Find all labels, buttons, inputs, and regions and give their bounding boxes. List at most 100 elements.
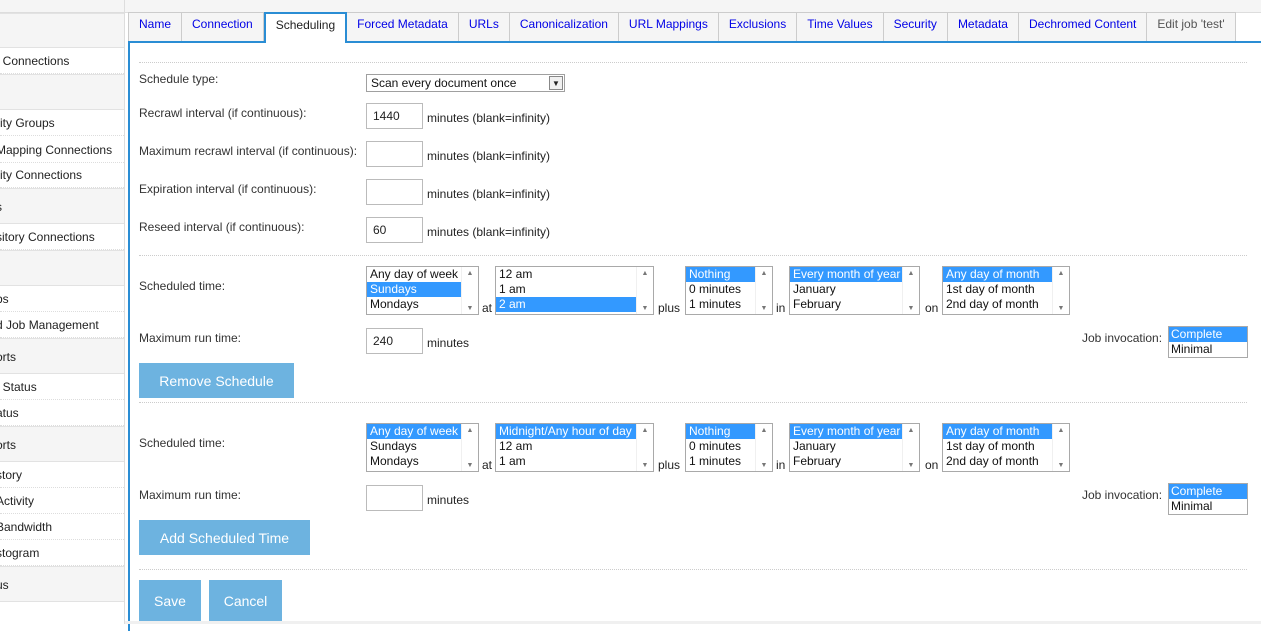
day-of-week-listbox[interactable]: Any day of week Sundays Mondays ▲ ▼: [366, 266, 479, 315]
listbox-option[interactable]: 0 minutes: [686, 282, 756, 297]
listbox-option[interactable]: Every month of year: [790, 424, 903, 439]
scroll-up-arrow-icon[interactable]: ▲: [637, 427, 653, 434]
minutes-listbox[interactable]: Nothing 0 minutes 1 minutes ▲ ▼: [685, 266, 773, 315]
scroll-up-arrow-icon[interactable]: ▲: [903, 270, 919, 277]
sidebar-item[interactable]: rity Connections: [0, 162, 124, 188]
listbox-scrollbar[interactable]: ▲ ▼: [636, 424, 653, 471]
tab-forced-metadata[interactable]: Forced Metadata: [347, 12, 459, 41]
hour-listbox[interactable]: Midnight/Any hour of day 12 am 1 am ▲ ▼: [495, 423, 654, 472]
scroll-down-arrow-icon[interactable]: ▼: [1053, 462, 1069, 469]
scroll-down-arrow-icon[interactable]: ▼: [462, 305, 478, 312]
sidebar-item[interactable]: atus: [0, 400, 124, 426]
sidebar-item[interactable]: bs: [0, 286, 124, 312]
listbox-option[interactable]: Mondays: [367, 454, 462, 469]
listbox-option[interactable]: 1 am: [496, 454, 637, 469]
save-button[interactable]: Save: [139, 580, 201, 621]
job-invocation-listbox[interactable]: Complete Minimal: [1168, 326, 1248, 358]
sidebar-item[interactable]: t Status: [0, 374, 124, 400]
listbox-option[interactable]: Nothing: [686, 267, 756, 282]
scroll-up-arrow-icon[interactable]: ▲: [1053, 427, 1069, 434]
listbox-option[interactable]: Every month of year: [790, 267, 903, 282]
remove-schedule-button[interactable]: Remove Schedule: [139, 363, 294, 398]
listbox-scrollbar[interactable]: ▲ ▼: [461, 267, 478, 314]
listbox-option[interactable]: Any day of week: [367, 424, 462, 439]
listbox-option[interactable]: 12 am: [496, 439, 637, 454]
listbox-option[interactable]: Any day of week: [367, 267, 462, 282]
scroll-up-arrow-icon[interactable]: ▲: [462, 427, 478, 434]
tab-url-mappings[interactable]: URL Mappings: [618, 12, 719, 41]
listbox-option[interactable]: 1 am: [496, 282, 637, 297]
add-scheduled-time-button[interactable]: Add Scheduled Time: [139, 520, 310, 555]
listbox-option[interactable]: 0 minutes: [686, 439, 756, 454]
listbox-option[interactable]: 12 am: [496, 267, 637, 282]
tab-urls[interactable]: URLs: [458, 12, 510, 41]
listbox-scrollbar[interactable]: ▲ ▼: [1052, 267, 1069, 314]
tab-time-values[interactable]: Time Values: [797, 12, 884, 41]
scroll-down-arrow-icon[interactable]: ▼: [637, 305, 653, 312]
listbox-option[interactable]: Any day of month: [943, 424, 1053, 439]
listbox-option[interactable]: 1st day of month: [943, 439, 1053, 454]
listbox-option[interactable]: 2nd day of month: [943, 454, 1053, 469]
recrawl-interval-input[interactable]: [366, 103, 423, 129]
scroll-up-arrow-icon[interactable]: ▲: [1053, 270, 1069, 277]
tab-security[interactable]: Security: [883, 12, 948, 41]
max-run-time-input[interactable]: [366, 328, 423, 354]
scroll-down-arrow-icon[interactable]: ▼: [462, 462, 478, 469]
tab-name[interactable]: Name: [128, 12, 183, 41]
max-recrawl-interval-input[interactable]: [366, 141, 423, 167]
listbox-option[interactable]: Sundays: [367, 282, 462, 297]
listbox-option[interactable]: February: [790, 297, 903, 312]
scroll-down-arrow-icon[interactable]: ▼: [903, 305, 919, 312]
listbox-scrollbar[interactable]: ▲ ▼: [755, 424, 772, 471]
listbox-option[interactable]: Nothing: [686, 424, 756, 439]
hour-listbox[interactable]: 12 am 1 am 2 am ▲ ▼: [495, 266, 654, 315]
expiration-interval-input[interactable]: [366, 179, 423, 205]
scroll-down-arrow-icon[interactable]: ▼: [1053, 305, 1069, 312]
scroll-up-arrow-icon[interactable]: ▲: [637, 270, 653, 277]
day-of-month-listbox[interactable]: Any day of month 1st day of month 2nd day …: [942, 423, 1070, 472]
job-invocation-option[interactable]: Complete: [1169, 484, 1247, 499]
listbox-option[interactable]: January: [790, 439, 903, 454]
tab-scheduling[interactable]: Scheduling: [263, 12, 348, 43]
listbox-scrollbar[interactable]: ▲ ▼: [902, 267, 919, 314]
scroll-down-arrow-icon[interactable]: ▼: [903, 462, 919, 469]
dropdown-arrow-icon[interactable]: ▼: [549, 76, 563, 90]
scroll-down-arrow-icon[interactable]: ▼: [756, 305, 772, 312]
tab-dechromed-content[interactable]: Dechromed Content: [1018, 12, 1148, 41]
listbox-option[interactable]: 1 minutes: [686, 454, 756, 469]
listbox-option[interactable]: 2 am: [496, 297, 637, 312]
listbox-option[interactable]: Sundays: [367, 439, 462, 454]
scroll-up-arrow-icon[interactable]: ▲: [756, 270, 772, 277]
month-listbox[interactable]: Every month of year January February ▲ ▼: [789, 266, 920, 315]
listbox-scrollbar[interactable]: ▲ ▼: [461, 424, 478, 471]
day-of-week-listbox[interactable]: Any day of week Sundays Mondays ▲ ▼: [366, 423, 479, 472]
listbox-option[interactable]: 1st day of month: [943, 282, 1053, 297]
listbox-option[interactable]: 2nd day of month: [943, 297, 1053, 312]
sidebar-item[interactable]: Activity: [0, 488, 124, 514]
listbox-scrollbar[interactable]: ▲ ▼: [902, 424, 919, 471]
tab-canonicalization[interactable]: Canonicalization: [509, 12, 619, 41]
listbox-option[interactable]: February: [790, 454, 903, 469]
sidebar-item[interactable]: rity Groups: [0, 110, 124, 136]
scroll-up-arrow-icon[interactable]: ▲: [462, 270, 478, 277]
tab-exclusions[interactable]: Exclusions: [718, 12, 798, 41]
sidebar-item[interactable]: Bandwidth: [0, 514, 124, 540]
sidebar-item[interactable]: d Job Management: [0, 312, 124, 338]
reseed-interval-input[interactable]: [366, 217, 423, 243]
sidebar-item[interactable]: stogram: [0, 540, 124, 566]
scroll-up-arrow-icon[interactable]: ▲: [903, 427, 919, 434]
listbox-scrollbar[interactable]: ▲ ▼: [1052, 424, 1069, 471]
job-invocation-option[interactable]: Minimal: [1169, 499, 1247, 514]
job-invocation-listbox[interactable]: Complete Minimal: [1168, 483, 1248, 515]
listbox-option[interactable]: 1 minutes: [686, 297, 756, 312]
month-listbox[interactable]: Every month of year January February ▲ ▼: [789, 423, 920, 472]
listbox-option[interactable]: Midnight/Any hour of day: [496, 424, 637, 439]
tab-connection[interactable]: Connection: [182, 12, 264, 41]
scroll-down-arrow-icon[interactable]: ▼: [637, 462, 653, 469]
listbox-option[interactable]: January: [790, 282, 903, 297]
job-invocation-option[interactable]: Complete: [1169, 327, 1247, 342]
listbox-option[interactable]: Mondays: [367, 297, 462, 312]
schedule-type-select[interactable]: Scan every document once ▼: [366, 74, 565, 92]
sidebar-item[interactable]: Mapping Connections: [0, 137, 124, 163]
cancel-button[interactable]: Cancel: [209, 580, 282, 621]
